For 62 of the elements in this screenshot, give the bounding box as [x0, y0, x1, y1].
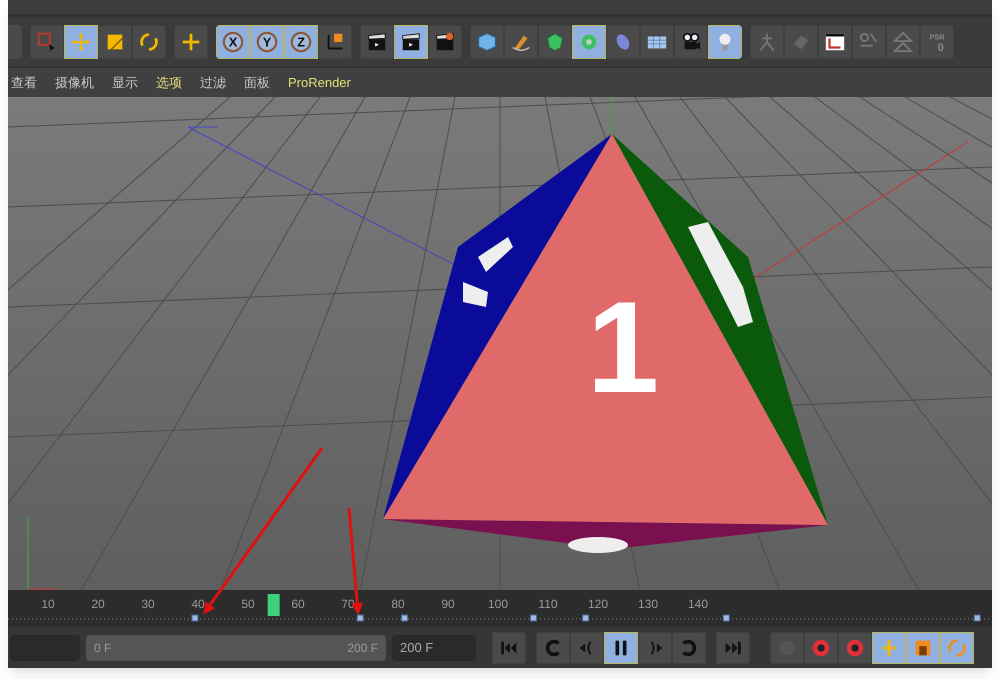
playhead[interactable]: [268, 594, 280, 616]
rotate-icon: [138, 30, 160, 53]
viewport-menu-item[interactable]: 查看: [11, 72, 37, 92]
keyframe-marker[interactable]: [356, 614, 364, 622]
end-frame-field[interactable]: 200 F: [392, 634, 476, 661]
cube-icon: [476, 30, 498, 53]
frame-number: 40: [191, 597, 205, 612]
tool-button[interactable]: [132, 24, 166, 59]
keyframe-marker[interactable]: [401, 614, 408, 622]
tool-button[interactable]: [818, 24, 852, 59]
tool-button[interactable]: [604, 632, 638, 664]
viewport-menu-item[interactable]: 面板: [244, 72, 270, 92]
frame-number: 130: [638, 597, 658, 612]
frame-number: 90: [441, 597, 455, 612]
tool-button[interactable]: [360, 24, 394, 59]
keyframe-marker[interactable]: [722, 614, 730, 622]
keyframe-marker[interactable]: [582, 614, 590, 622]
axis-icon: X: [222, 30, 244, 53]
axis-icon: Z: [290, 30, 312, 53]
frame-number: 20: [91, 597, 105, 612]
clapperboard-icon: [366, 30, 388, 53]
3d-viewport[interactable]: 1: [8, 96, 992, 590]
viewport-menu-item[interactable]: 显示: [112, 72, 138, 92]
tool-button[interactable]: Z: [284, 24, 318, 59]
frame-number: 100: [488, 597, 508, 612]
tool-button[interactable]: [98, 24, 132, 59]
tool-button[interactable]: [640, 24, 674, 59]
frame-number: 140: [688, 597, 708, 612]
viewport-menu-item[interactable]: 过滤: [200, 72, 226, 92]
viewport-menu-item[interactable]: ProRender: [288, 72, 351, 92]
frame-number: 60: [291, 597, 305, 612]
frame-number: 10: [41, 597, 55, 612]
range-start-value: 0 F: [94, 640, 112, 657]
tool-button[interactable]: X: [216, 24, 250, 59]
clapperboard-icon: [400, 30, 422, 53]
frame-number: 110: [538, 597, 558, 612]
frame-number: 80: [391, 597, 405, 612]
frame-number: 50: [241, 597, 255, 612]
viewport-menu-item[interactable]: 选项: [156, 72, 182, 92]
tool-button[interactable]: [394, 24, 428, 59]
viewport-menu-item[interactable]: 摄像机: [55, 72, 94, 92]
tool-button[interactable]: Y: [250, 24, 284, 59]
tool-button[interactable]: [674, 24, 708, 59]
rotate-icon: [946, 636, 968, 659]
toolbar-handle[interactable]: [8, 24, 22, 59]
triangles-icon: [892, 30, 914, 53]
keyframe-marker[interactable]: [530, 614, 537, 622]
clapperboard-gear-icon: [434, 30, 456, 53]
psr-icon: PSR 0: [926, 30, 948, 53]
tool-button[interactable]: [318, 24, 352, 59]
axis-icon: Y: [256, 30, 278, 53]
face-number: 1: [586, 274, 660, 420]
frame-number: 120: [588, 597, 608, 612]
gem-icon: [544, 30, 566, 53]
tool-button[interactable]: [428, 24, 462, 59]
keyframe-marker[interactable]: [974, 614, 981, 622]
tool-button[interactable]: [174, 24, 208, 59]
select-icon: [36, 30, 58, 53]
range-end-value: 200 F: [347, 640, 378, 657]
keyframe-marker[interactable]: [191, 614, 198, 622]
frame-number: 30: [141, 597, 155, 612]
move-icon: [70, 30, 92, 53]
